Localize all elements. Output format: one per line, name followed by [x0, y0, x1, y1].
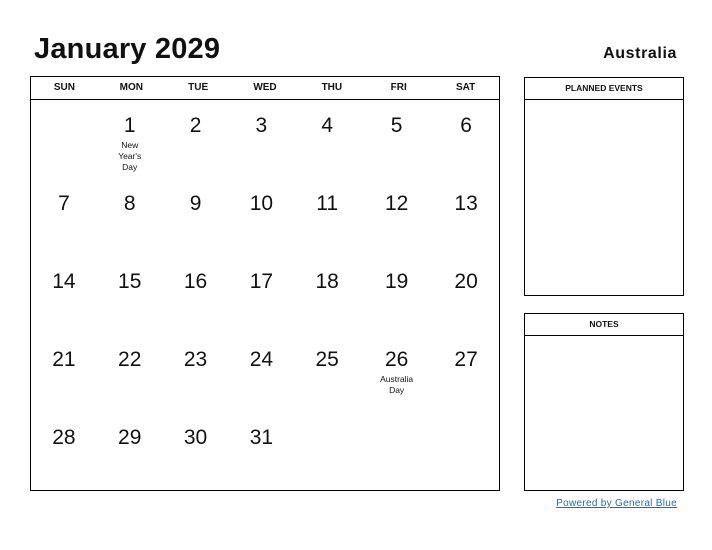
day-cell: 31: [228, 412, 294, 490]
day-cell: 1 New Year's Day: [97, 100, 163, 178]
notes-heading: NOTES: [525, 314, 683, 336]
day-number: 12: [384, 192, 409, 215]
weekday-thu: THU: [321, 82, 343, 93]
day-number: 21: [52, 348, 76, 371]
day-cell: 13: [433, 178, 499, 256]
day-number: 6: [460, 114, 472, 137]
day-number: 29: [118, 426, 142, 449]
day-cell: 24: [228, 334, 294, 412]
day-number: 1: [123, 114, 136, 137]
notes-panel: NOTES: [524, 313, 684, 491]
calendar-body: 1 New Year's Day 2 3 4 5 6 7 8 9 10 11 12 13 14 15 16 17 1…: [31, 100, 499, 490]
calendar-grid: SUN MON TUE WED THU FRI SAT 1 New Year's …: [30, 76, 500, 491]
page-title: January 2029: [34, 33, 221, 65]
day-number: 20: [454, 270, 478, 293]
day-cell: 4: [294, 100, 360, 178]
day-number: 7: [58, 192, 70, 215]
day-number: 3: [255, 114, 268, 137]
day-number: 2: [189, 114, 202, 137]
day-cell: 25: [294, 334, 360, 412]
day-cell: 7: [31, 178, 97, 256]
day-cell: 28: [31, 412, 97, 490]
day-cell: 27: [433, 334, 499, 412]
weekday-header: SUN MON TUE WED THU FRI SAT: [31, 77, 499, 100]
day-cell: 3: [228, 100, 294, 178]
day-cell: 17: [228, 256, 294, 334]
day-number: 27: [454, 348, 478, 371]
day-number: 23: [183, 348, 208, 371]
day-number: 19: [384, 270, 409, 293]
day-number: 26: [384, 348, 409, 371]
day-cell: 23: [163, 334, 229, 412]
day-cell: 26 Australia Day: [360, 334, 433, 412]
day-cell: 14: [31, 256, 97, 334]
day-number: 13: [454, 192, 478, 215]
day-cell: 5: [360, 100, 433, 178]
day-number: 28: [52, 426, 76, 449]
holiday-label: New Year's Day: [118, 140, 142, 172]
day-cell: 19: [360, 256, 433, 334]
day-cell: 16: [163, 256, 229, 334]
day-number: 25: [315, 348, 339, 371]
day-number: 5: [390, 114, 403, 137]
day-number: 15: [118, 270, 142, 293]
day-number: 10: [249, 192, 274, 215]
day-cell: 11: [294, 178, 360, 256]
day-number: 18: [315, 270, 339, 293]
day-number: 31: [249, 426, 274, 449]
day-cell: 18: [294, 256, 360, 334]
weekday-sun: SUN: [53, 82, 75, 93]
day-cell: 22: [97, 334, 163, 412]
powered-by-link[interactable]: Powered by General Blue: [556, 498, 677, 509]
day-cell: 29: [97, 412, 163, 490]
day-number: 4: [321, 114, 334, 137]
day-cell: 9: [163, 178, 229, 256]
day-number: 30: [183, 426, 208, 449]
holiday-label: Australia Day: [380, 374, 414, 395]
day-number: 11: [316, 192, 339, 215]
day-number: 14: [52, 270, 76, 293]
day-cell: 21: [31, 334, 97, 412]
weekday-fri: FRI: [390, 82, 407, 93]
day-cell: [360, 412, 433, 490]
day-cell: 30: [163, 412, 229, 490]
day-cell: 20: [433, 256, 499, 334]
planned-events-panel: PLANNED EVENTS: [524, 77, 684, 296]
day-number: 22: [118, 348, 142, 371]
day-number: 24: [249, 348, 274, 371]
day-cell: 8: [97, 178, 163, 256]
day-number: 16: [183, 270, 208, 293]
day-cell: 6: [433, 100, 499, 178]
day-cell: 2: [163, 100, 229, 178]
weekday-tue: TUE: [188, 82, 209, 93]
day-cell: [294, 412, 360, 490]
day-number: 9: [189, 192, 202, 215]
country-label: Australia: [603, 45, 677, 62]
day-cell: 12: [360, 178, 433, 256]
planned-events-heading: PLANNED EVENTS: [525, 78, 683, 100]
weekday-sat: SAT: [455, 82, 476, 93]
day-cell: [433, 412, 499, 490]
weekday-wed: WED: [253, 82, 277, 93]
day-cell: 15: [97, 256, 163, 334]
day-cell: 10: [228, 178, 294, 256]
day-cell: [31, 100, 97, 178]
day-number: 17: [249, 270, 274, 293]
day-number: 8: [123, 192, 136, 215]
weekday-mon: MON: [119, 82, 143, 93]
